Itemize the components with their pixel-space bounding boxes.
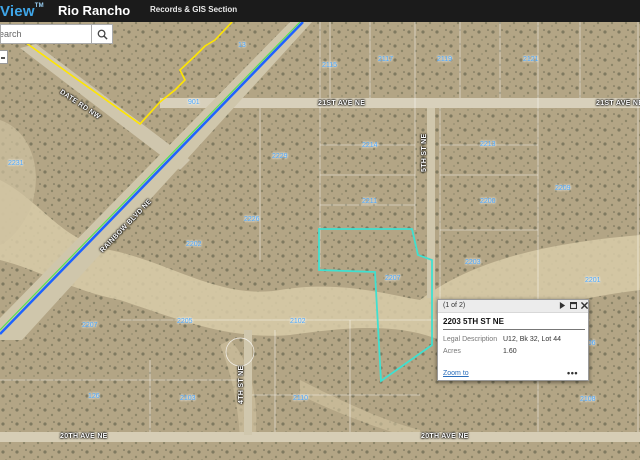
parcel-label: 2207: [385, 275, 401, 282]
parcel-label: 2231: [8, 160, 24, 167]
road-label-5th-st: 5TH ST NE: [421, 133, 428, 172]
next-arrow-icon[interactable]: [558, 301, 567, 310]
road-label-20th-ave: 20TH AVE NE: [60, 433, 108, 440]
search-button[interactable]: [91, 24, 113, 44]
parcel-label: 2202: [186, 241, 202, 248]
search-icon: [97, 29, 108, 40]
menu-icon: [1, 57, 5, 59]
zoom-to-link[interactable]: Zoom to: [443, 370, 469, 377]
parcel-label: 2103: [180, 395, 196, 402]
section-title: Records & GIS Section: [150, 5, 238, 14]
search-box: [0, 24, 114, 44]
search-input[interactable]: [0, 24, 91, 44]
parcel-label: 2226: [244, 216, 260, 223]
app-header: ViewTM Rio Rancho Records & GIS Section: [0, 0, 640, 22]
parcel-label: 2213: [480, 141, 496, 148]
parcel-label: 2121: [523, 56, 539, 63]
parcel-label: 2110: [293, 395, 309, 402]
road-label-20th-ave: 20TH AVE NE: [421, 433, 469, 440]
popup-count: (1 of 2): [443, 302, 466, 309]
panel-toggle-button[interactable]: [0, 50, 8, 64]
parcel-label: 2203: [465, 259, 481, 266]
close-icon[interactable]: [580, 301, 589, 310]
field-key-acres: Acres: [443, 348, 461, 355]
map-view[interactable]: 13 901 2115 2117 2119 2121 2231 2229 221…: [0, 0, 640, 460]
aerial-imagery: [0, 0, 640, 460]
parcel-label: 2200: [480, 198, 496, 205]
field-value-acres: 1.60: [503, 348, 517, 355]
app-logo[interactable]: ViewTM: [0, 3, 44, 20]
popup-divider: [443, 329, 585, 330]
popup-toolbar: (1 of 2): [438, 300, 588, 313]
parcel-label: 2115: [322, 62, 338, 69]
parcel-label: 2207: [82, 322, 98, 329]
parcel-label: 2108: [580, 396, 596, 403]
parcel-label: 2119: [437, 56, 453, 63]
parcel-label: 2205: [177, 318, 193, 325]
road-label-21st-ave: 21ST AVE NE: [318, 100, 366, 107]
field-value-legal-description: U12, Bk 32, Lot 44: [503, 336, 561, 343]
parcel-popup: (1 of 2) 2203 5TH ST NE Legal Descriptio…: [437, 299, 589, 381]
parcel-label: 2117: [378, 56, 394, 63]
parcel-label: 2214: [362, 142, 378, 149]
parcel-label: 2229: [272, 153, 288, 160]
parcel-label: 2209: [555, 185, 571, 192]
parcel-label: 2201: [585, 277, 601, 284]
parcel-label: 13: [238, 42, 246, 49]
parcel-label: 2102: [290, 318, 306, 325]
city-title: Rio Rancho: [58, 3, 131, 18]
road-label-21st-ave: 21ST AVE NE: [596, 100, 640, 107]
parcel-label: 2211: [362, 198, 378, 205]
more-options-icon[interactable]: •••: [567, 368, 578, 378]
road-label-4th-st: 4TH ST NE: [238, 365, 245, 404]
popup-title: 2203 5TH ST NE: [443, 317, 504, 326]
parcel-label: 126: [88, 393, 100, 400]
maximize-icon[interactable]: [569, 301, 578, 310]
field-key-legal-description: Legal Description: [443, 336, 498, 343]
parcel-label: 901: [188, 99, 200, 106]
